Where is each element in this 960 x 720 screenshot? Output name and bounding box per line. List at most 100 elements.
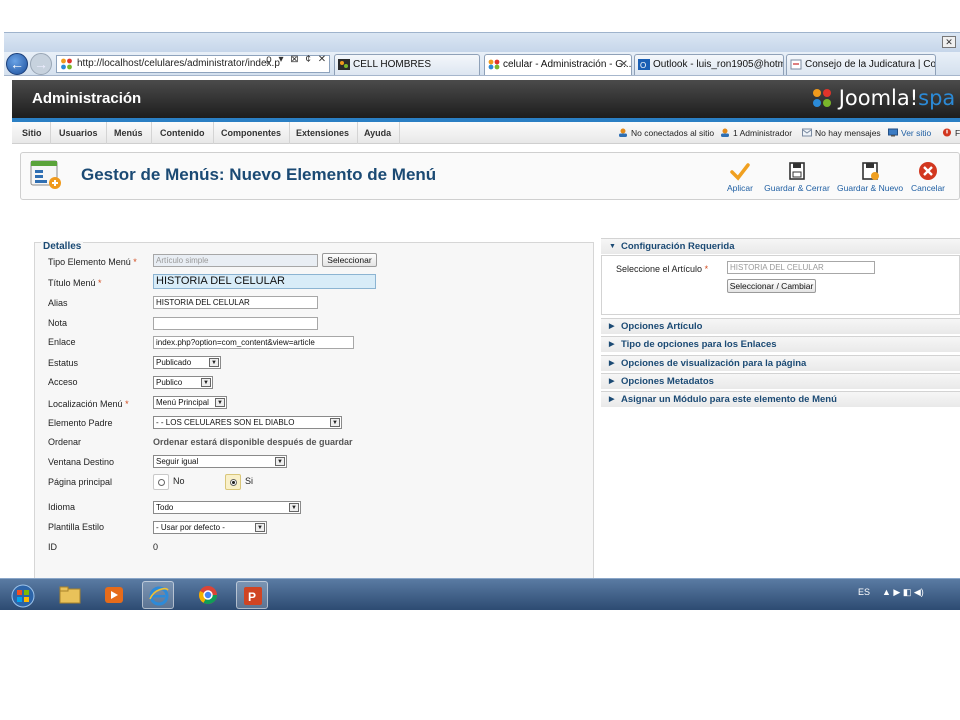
language-indicator[interactable]: ES bbox=[858, 587, 870, 597]
window-close-button[interactable]: ✕ bbox=[942, 36, 956, 48]
label-localizacion-menu: Localización Menú * bbox=[48, 399, 129, 409]
nota-input[interactable] bbox=[153, 317, 318, 330]
menu-item-ayuda[interactable]: Ayuda bbox=[356, 122, 401, 144]
browser-tab-cell-hombres[interactable]: CELL HOMBRES bbox=[334, 54, 480, 75]
page-icon bbox=[790, 59, 802, 70]
localizacion-select[interactable]: Menú Principal ▼ bbox=[153, 396, 227, 409]
browser-tab-consejo[interactable]: Consejo de la Judicatura | Con... bbox=[786, 54, 936, 75]
accordion-opciones-metadatos[interactable]: ▶ Opciones Metadatos bbox=[601, 373, 960, 389]
internet-explorer-icon bbox=[149, 586, 169, 606]
triangle-right-icon: ▶ bbox=[609, 396, 615, 403]
chevron-down-icon: ▼ bbox=[330, 418, 340, 427]
cancelar-button[interactable]: Cancelar bbox=[909, 155, 947, 199]
chevron-down-icon: ▼ bbox=[289, 503, 299, 512]
seleccionar-cambiar-button[interactable]: Seleccionar / Cambiar bbox=[727, 279, 816, 293]
enlace-input[interactable]: index.php?option=com_content&view=articl… bbox=[153, 336, 354, 349]
ventana-destino-select[interactable]: Seguir igual ▼ bbox=[153, 455, 287, 468]
address-tools[interactable]: ρ ▾ ⊠ ¢ ✕ bbox=[266, 52, 328, 68]
label-acceso: Acceso bbox=[48, 377, 78, 387]
label-enlace: Enlace bbox=[48, 337, 76, 347]
acceso-select[interactable]: Publico ▼ bbox=[153, 376, 213, 389]
joomla-logo[interactable]: Joomla!spa bbox=[812, 86, 955, 112]
label-nota: Nota bbox=[48, 318, 68, 328]
taskbar-media-player[interactable] bbox=[98, 581, 130, 609]
accordion-tipo-opciones-enlaces[interactable]: ▶ Tipo de opciones para los Enlaces bbox=[601, 336, 960, 352]
accordion-opciones-visualizacion[interactable]: ▶ Opciones de visualización para la págin… bbox=[601, 355, 960, 371]
taskbar-explorer[interactable] bbox=[54, 581, 86, 609]
checkmark-icon bbox=[730, 163, 750, 181]
accordion-configuracion-requerida[interactable]: ▼ Configuración Requerida bbox=[601, 238, 960, 254]
menu-item-sitio[interactable]: Sitio bbox=[14, 122, 51, 144]
label-tipo-elemento: Tipo Elemento Menú * bbox=[48, 257, 137, 267]
radio-selected-icon bbox=[230, 479, 237, 486]
chevron-down-icon: ▼ bbox=[215, 398, 225, 407]
label-ventana-destino: Ventana Destino bbox=[48, 457, 115, 467]
taskbar-chrome[interactable] bbox=[192, 581, 224, 609]
save-new-icon bbox=[862, 162, 879, 180]
tipo-elemento-input[interactable]: Artículo simple bbox=[153, 254, 318, 267]
radio-no-label: No bbox=[173, 476, 185, 486]
taskbar-powerpoint[interactable]: P bbox=[236, 581, 268, 609]
media-player-icon bbox=[105, 587, 123, 603]
user-icon bbox=[721, 128, 729, 137]
label-elemento-padre: Elemento Padre bbox=[48, 418, 113, 428]
accordion-asignar-modulo[interactable]: ▶ Asignar un Módulo para este elemento de… bbox=[601, 391, 960, 407]
browser-address-row: ← → http://localhost/celulares/administr… bbox=[4, 52, 960, 76]
titulo-menu-input[interactable]: HISTORIA DEL CELULAR bbox=[153, 274, 376, 289]
folder-icon bbox=[59, 586, 81, 604]
start-button[interactable] bbox=[6, 581, 40, 609]
ver-sitio-link[interactable]: Ver sitio bbox=[888, 122, 931, 144]
label-seleccione-articulo: Seleccione el Artículo * bbox=[616, 264, 709, 274]
browser-tab-outlook[interactable]: O Outlook - luis_ron1905@hotm... bbox=[634, 54, 784, 75]
ordenar-note: Ordenar estará disponible después de gua… bbox=[153, 437, 353, 447]
guardar-cerrar-button[interactable]: Guardar & Cerrar bbox=[763, 155, 831, 199]
idioma-select[interactable]: Todo ▼ bbox=[153, 501, 301, 514]
plantilla-estilo-select[interactable]: - Usar por defecto - ▼ bbox=[153, 521, 267, 534]
arrow-left-icon: ← bbox=[10, 56, 24, 72]
menu-item-contenido[interactable]: Contenido bbox=[152, 122, 214, 144]
radio-icon bbox=[158, 479, 165, 486]
status-administrador: 1 Administrador bbox=[720, 122, 792, 144]
chevron-down-icon: ▼ bbox=[201, 378, 211, 387]
back-button[interactable]: ← bbox=[6, 53, 28, 75]
power-icon bbox=[942, 128, 952, 137]
arrow-right-icon: → bbox=[34, 56, 48, 72]
elemento-padre-select[interactable]: - - LOS CELULARES SON EL DIABLO ▼ bbox=[153, 416, 342, 429]
label-plantilla-estilo: Plantilla Estilo bbox=[48, 522, 105, 532]
forward-button[interactable]: → bbox=[30, 53, 52, 75]
status-mensajes[interactable]: No hay mensajes bbox=[802, 122, 881, 144]
menu-item-extensiones[interactable]: Extensiones bbox=[288, 122, 359, 144]
triangle-down-icon: ▼ bbox=[609, 243, 616, 250]
taskbar-internet-explorer[interactable] bbox=[142, 581, 174, 609]
guardar-nuevo-button[interactable]: Guardar & Nuevo bbox=[837, 155, 903, 199]
alias-input[interactable]: HISTORIA DEL CELULAR bbox=[153, 296, 318, 309]
label-alias: Alias bbox=[48, 298, 68, 308]
label-id: ID bbox=[48, 542, 57, 552]
monitor-icon bbox=[888, 128, 898, 137]
joomla-favicon-icon bbox=[61, 58, 72, 70]
pagina-principal-si-radio[interactable] bbox=[225, 474, 241, 490]
admin-title: Administración bbox=[32, 90, 142, 107]
chrome-icon bbox=[199, 586, 217, 605]
aplicar-button[interactable]: Aplicar bbox=[723, 155, 757, 199]
menu-item-componentes[interactable]: Componentes bbox=[213, 122, 291, 144]
label-idioma: Idioma bbox=[48, 502, 76, 512]
browser-tab-celular-admin[interactable]: celular - Administración - G... ✕ bbox=[484, 54, 632, 75]
articulo-input[interactable]: HISTORIA DEL CELULAR bbox=[727, 261, 875, 274]
pagina-principal-no-radio[interactable] bbox=[153, 474, 169, 490]
status-fi[interactable]: Fi bbox=[942, 122, 960, 144]
menu-item-usuarios[interactable]: Usuarios bbox=[51, 122, 107, 144]
label-estatus: Estatus bbox=[48, 358, 79, 368]
page-toolbar: Gestor de Menús: Nuevo Elemento de Menú … bbox=[20, 152, 960, 200]
system-tray-icons[interactable]: ▲ ▶ ◧ ◀) bbox=[882, 587, 924, 598]
menu-item-menus[interactable]: Menús bbox=[106, 122, 152, 144]
estatus-select[interactable]: Publicado ▼ bbox=[153, 356, 221, 369]
screen: ✕ ← → http://localhost/celulares/adminis… bbox=[0, 30, 960, 610]
menu-manager-icon bbox=[30, 160, 61, 189]
tab-close-icon[interactable]: ✕ bbox=[620, 55, 628, 74]
triangle-right-icon: ▶ bbox=[609, 360, 615, 367]
seleccionar-button[interactable]: Seleccionar bbox=[322, 253, 377, 267]
accordion-opciones-articulo[interactable]: ▶ Opciones Artículo bbox=[601, 318, 960, 334]
chevron-down-icon: ▼ bbox=[209, 358, 219, 367]
windows-logo-icon bbox=[11, 584, 35, 608]
